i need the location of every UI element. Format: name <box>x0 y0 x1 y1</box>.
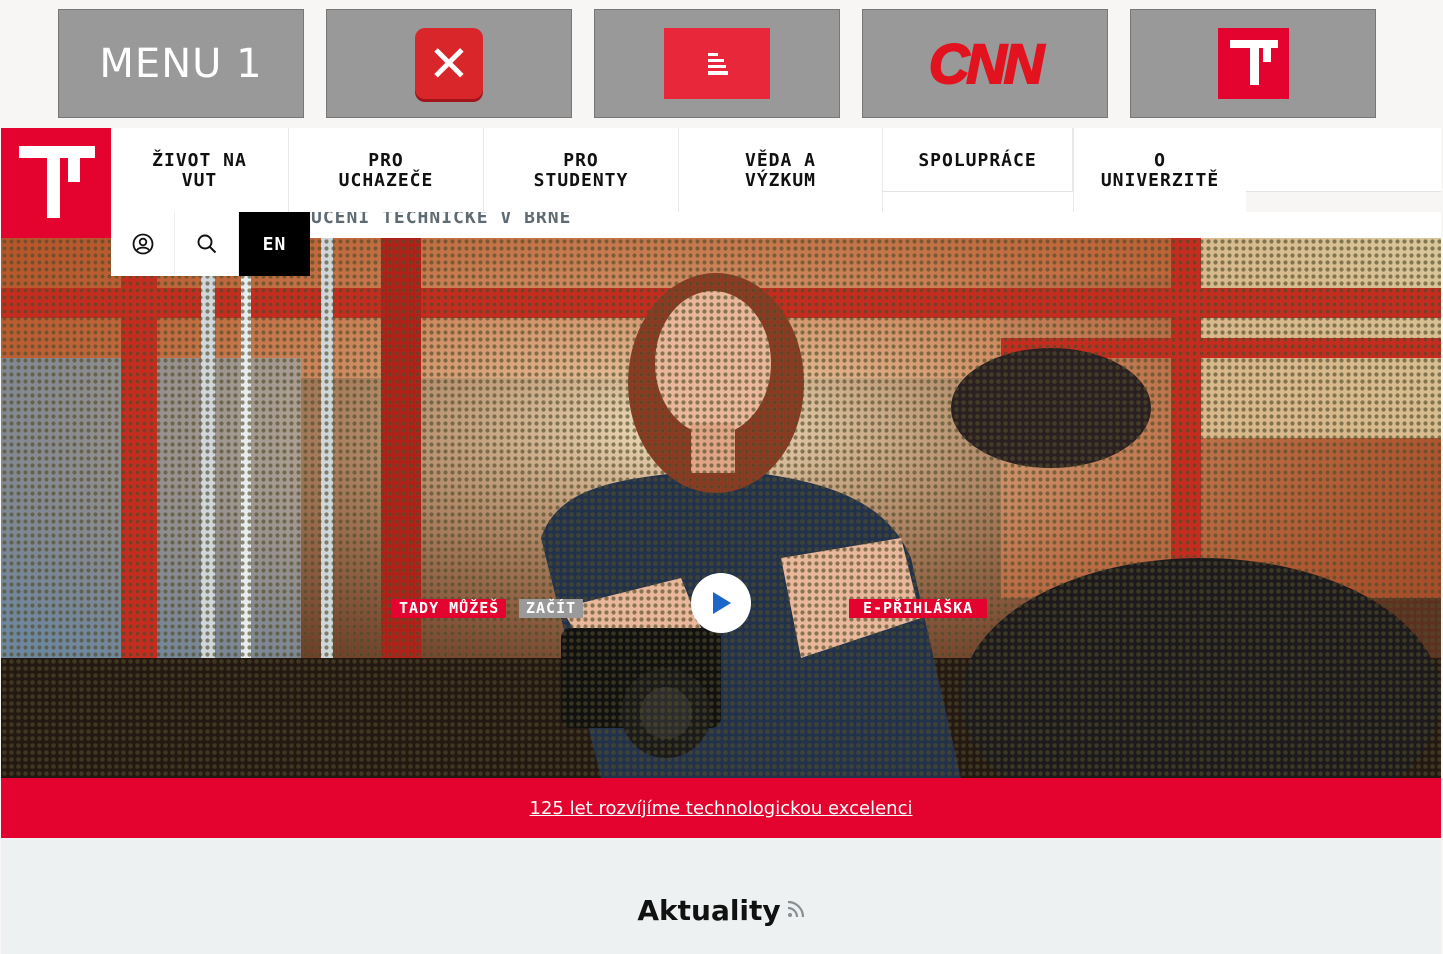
close-icon: ✕ <box>415 28 483 99</box>
ct24-logo-icon <box>664 28 770 99</box>
nav-item-label: PRO UCHAZEČE <box>338 150 434 191</box>
news-section: Aktuality <box>1 838 1441 954</box>
nav-item-label: O UNIVERZITĚ <box>1100 150 1220 191</box>
rss-feed-link[interactable] <box>787 892 805 925</box>
user-account-button[interactable] <box>111 212 175 276</box>
hero-image <box>1 238 1441 778</box>
play-icon <box>713 592 731 614</box>
main-nav: ŽIVOT NA VUT PRO UCHAZEČE PRO STUDENTY V… <box>111 128 1246 212</box>
vut-logo-mark-icon <box>19 146 95 218</box>
cta-tady-muzes[interactable]: TADY MŮŽEŠ <box>392 599 507 618</box>
nav-filler <box>1246 128 1441 192</box>
nav-item-o-univerzite[interactable]: O UNIVERZITĚ <box>1073 128 1246 212</box>
vut-tile[interactable] <box>1130 9 1376 118</box>
cnn-logo-icon: CNN <box>928 31 1045 96</box>
hero-photo <box>1 238 1441 778</box>
search-button[interactable] <box>175 212 239 276</box>
menu-1-label: MENU 1 <box>99 40 263 87</box>
cnn-tile[interactable]: CNN <box>862 9 1108 118</box>
vut-logo-icon <box>1217 28 1289 99</box>
nav-item-label: VĚDA A VÝZKUM <box>744 150 817 191</box>
nav-item-label: PRO STUDENTY <box>533 150 629 191</box>
nav-item-pro-uchazece[interactable]: PRO UCHAZEČE <box>289 128 484 212</box>
anniversary-link[interactable]: 125 let rozvíjíme technologickou excelen… <box>530 798 913 819</box>
close-app-tile[interactable]: ✕ <box>326 9 572 118</box>
university-name: UČENÍ TECHNICKÉ V BRNĚ <box>311 212 572 228</box>
anniversary-banner: 125 let rozvíjíme technologickou excelen… <box>1 778 1441 838</box>
cta-e-prihlaska[interactable]: E-PŘIHLÁŠKA <box>849 599 988 618</box>
rss-icon <box>787 900 804 918</box>
nav-item-label: ŽIVOT NA VUT <box>152 150 247 191</box>
nav-item-pro-studenty[interactable]: PRO STUDENTY <box>484 128 679 212</box>
vut-logo[interactable] <box>1 128 111 238</box>
nav-item-zivot-na-vut[interactable]: ŽIVOT NA VUT <box>111 128 289 212</box>
nav-item-veda-a-vyzkum[interactable]: VĚDA A VÝZKUM <box>679 128 883 212</box>
user-icon <box>132 233 153 255</box>
cta-zacit[interactable]: ZAČÍT <box>519 599 584 618</box>
menu-1-tile[interactable]: MENU 1 <box>58 9 304 118</box>
university-name-strip: UČENÍ TECHNICKÉ V BRNĚ <box>311 212 1441 238</box>
news-heading: Aktuality <box>1 894 1441 927</box>
search-icon <box>197 234 216 254</box>
news-title: Aktuality <box>637 894 781 927</box>
nav-item-label: SPOLUPRÁCE <box>918 150 1037 171</box>
utility-bar: EN <box>111 212 310 276</box>
nav-item-spoluprace[interactable]: SPOLUPRÁCE <box>883 128 1073 192</box>
ct24-tile[interactable] <box>594 9 840 118</box>
language-switch-button[interactable]: EN <box>239 212 310 276</box>
play-video-button[interactable] <box>691 573 751 633</box>
